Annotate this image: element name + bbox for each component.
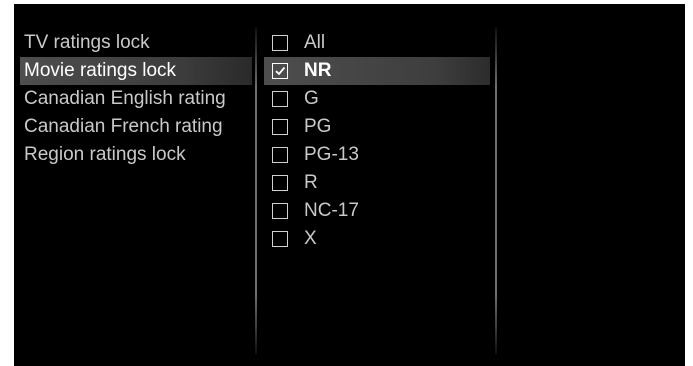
menu-item-canadian-french-rating[interactable]: Canadian French rating — [20, 113, 252, 141]
rating-option-nc-17[interactable]: NC-17 — [264, 197, 490, 225]
rating-label: X — [304, 228, 317, 249]
rating-option-pg[interactable]: PG — [264, 113, 490, 141]
menu-item-tv-ratings-lock[interactable]: TV ratings lock — [20, 29, 252, 57]
checkbox-icon[interactable] — [272, 231, 288, 247]
checkbox-icon[interactable] — [272, 91, 288, 107]
checkbox-icon[interactable] — [272, 35, 288, 51]
rating-option-g[interactable]: G — [264, 85, 490, 113]
rating-label: All — [304, 32, 326, 53]
rating-label: R — [304, 172, 318, 193]
menu-item-region-ratings-lock[interactable]: Region ratings lock — [20, 141, 252, 169]
checkbox-icon[interactable] — [272, 203, 288, 219]
checkbox-icon[interactable] — [272, 175, 288, 191]
column-divider — [495, 28, 497, 354]
checkbox-icon[interactable] — [272, 63, 288, 79]
checkbox-icon[interactable] — [272, 147, 288, 163]
rating-option-x[interactable]: X — [264, 225, 490, 253]
rating-option-all[interactable]: All — [264, 29, 490, 57]
settings-menu: TV ratings lock Movie ratings lock Canad… — [20, 29, 252, 169]
rating-option-pg-13[interactable]: PG-13 — [264, 141, 490, 169]
rating-option-r[interactable]: R — [264, 169, 490, 197]
checkmark-icon — [275, 66, 286, 76]
tv-menu-screen: TV ratings lock Movie ratings lock Canad… — [14, 4, 685, 366]
rating-label: G — [304, 88, 319, 109]
rating-label: PG — [304, 116, 332, 137]
menu-item-movie-ratings-lock[interactable]: Movie ratings lock — [20, 57, 252, 85]
menu-item-canadian-english-rating[interactable]: Canadian English rating — [20, 85, 252, 113]
rating-label: NC-17 — [304, 200, 359, 221]
column-divider — [255, 28, 257, 354]
rating-option-nr[interactable]: NR — [264, 57, 490, 85]
checkbox-icon[interactable] — [272, 119, 288, 135]
movie-ratings-list: All NR G PG PG-13 R NC-17 X — [264, 29, 490, 253]
rating-label: PG-13 — [304, 144, 359, 165]
rating-label: NR — [304, 60, 332, 81]
